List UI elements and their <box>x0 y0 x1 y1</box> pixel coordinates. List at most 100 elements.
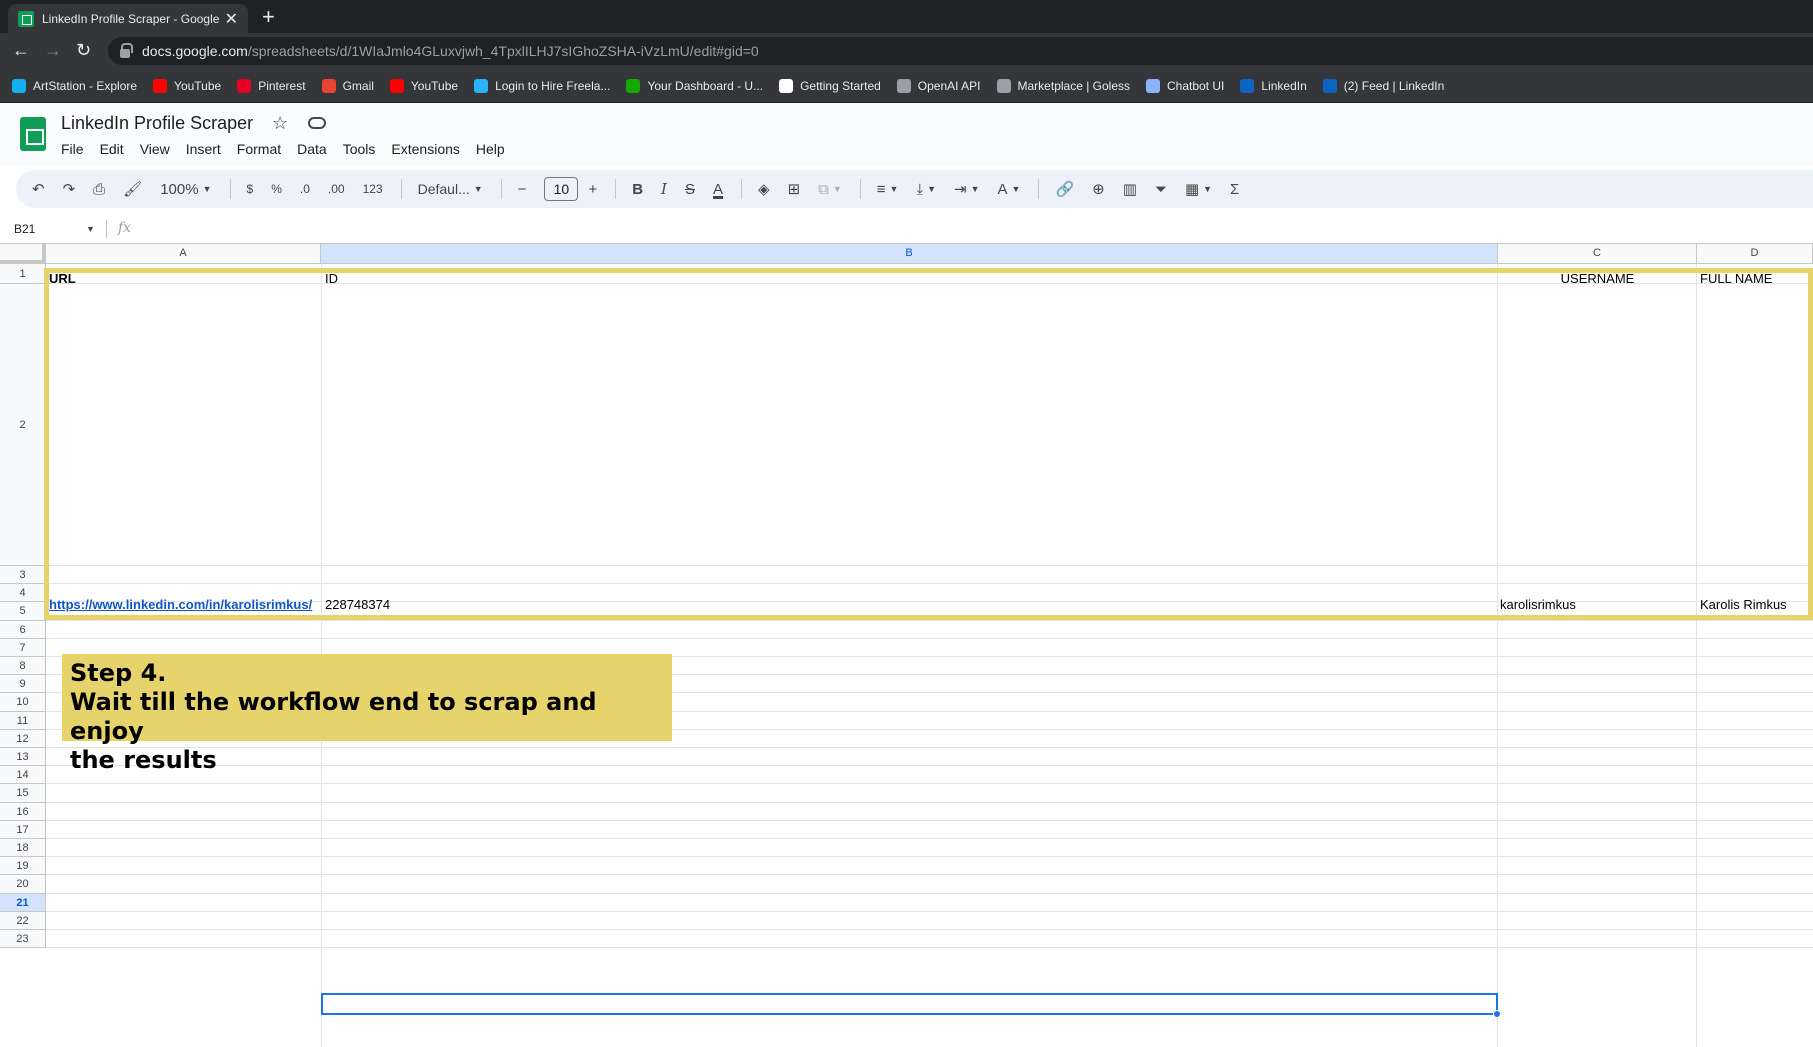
decrease-decimal-button[interactable]: .0 <box>300 182 310 196</box>
cloud-status-icon[interactable] <box>308 117 326 129</box>
close-tab-icon[interactable]: ✕ <box>225 9 238 29</box>
new-tab-icon[interactable]: + <box>262 4 275 30</box>
row-header-3[interactable]: 3 <box>0 566 46 585</box>
bookmark-item[interactable]: Gmail <box>321 78 374 93</box>
row-header-16[interactable]: 16 <box>0 802 46 821</box>
star-icon[interactable]: ☆ <box>272 113 288 134</box>
row-header-4[interactable]: 4 <box>0 584 46 603</box>
menu-extensions[interactable]: Extensions <box>391 141 459 157</box>
undo-icon[interactable]: ↶ <box>32 180 45 198</box>
font-size-input[interactable]: 10 <box>544 177 579 201</box>
paint-format-icon[interactable]: 🖌 <box>123 180 142 198</box>
row-header-1[interactable]: 1 <box>0 264 46 284</box>
browser-tab[interactable]: LinkedIn Profile Scraper - Google ✕ <box>8 4 248 33</box>
row-header-14[interactable]: 14 <box>0 766 46 785</box>
fill-color-icon[interactable]: ◈ <box>758 180 770 198</box>
url-input[interactable]: docs.google.com /spreadsheets/d/1WIaJmlo… <box>108 37 1813 65</box>
filter-icon[interactable]: ⏷ <box>1155 181 1167 198</box>
row-header-6[interactable]: 6 <box>0 620 46 639</box>
document-title[interactable]: LinkedIn Profile Scraper <box>61 113 253 134</box>
print-icon[interactable]: ⎙ <box>93 181 105 198</box>
row-header-18[interactable]: 18 <box>0 839 46 858</box>
bookmark-item[interactable]: YouTube <box>153 78 221 93</box>
insert-link-icon[interactable]: 🔗 <box>1055 180 1074 198</box>
back-icon[interactable]: ← <box>12 40 30 61</box>
chevron-down-icon[interactable]: ▼ <box>86 224 95 234</box>
redo-icon[interactable]: ↷ <box>63 180 76 198</box>
number-format-button[interactable]: 123 <box>363 182 383 196</box>
row-header-7[interactable]: 7 <box>0 638 46 657</box>
bookmark-item[interactable]: Login to Hire Freela... <box>474 78 610 93</box>
merge-cells-icon[interactable]: ⧉ ▼ <box>818 181 842 198</box>
text-rotation-icon[interactable]: A ▼ <box>998 181 1021 198</box>
row-header-2[interactable]: 2 <box>0 284 46 566</box>
bookmark-item[interactable]: LinkedIn <box>1240 78 1307 93</box>
row-divider <box>46 838 1813 839</box>
menu-help[interactable]: Help <box>476 141 505 157</box>
column-header-b[interactable]: B <box>321 244 1498 264</box>
selected-cell-b21[interactable] <box>321 993 1498 1015</box>
insert-chart-icon[interactable]: ▥ <box>1123 180 1137 198</box>
menu-insert[interactable]: Insert <box>186 141 221 157</box>
row-header-8[interactable]: 8 <box>0 657 46 676</box>
row-header-19[interactable]: 19 <box>0 857 46 876</box>
bookmark-item[interactable]: Pinterest <box>237 78 306 93</box>
row-header-11[interactable]: 11 <box>0 711 46 730</box>
menu-tools[interactable]: Tools <box>343 141 376 157</box>
strikethrough-icon[interactable]: S <box>685 181 695 198</box>
column-header-d[interactable]: D <box>1697 244 1813 264</box>
insert-comment-icon[interactable]: ⊕ <box>1092 180 1105 198</box>
bookmark-item[interactable]: ArtStation - Explore <box>12 78 137 93</box>
functions-button[interactable]: Σ <box>1230 181 1239 198</box>
reload-icon[interactable]: ↻ <box>76 40 91 61</box>
bookmark-item[interactable]: (2) Feed | LinkedIn <box>1322 78 1444 93</box>
borders-icon[interactable]: ⊞ <box>788 180 801 198</box>
menu-edit[interactable]: Edit <box>100 141 124 157</box>
column-header-c[interactable]: C <box>1498 244 1697 264</box>
horizontal-align-icon[interactable]: ≡ ▼ <box>877 181 899 198</box>
menu-file[interactable]: File <box>61 141 84 157</box>
row-header-15[interactable]: 15 <box>0 784 46 803</box>
forward-icon[interactable]: → <box>44 40 62 61</box>
row-header-12[interactable]: 12 <box>0 729 46 748</box>
font-select[interactable]: Defaul... ▼ <box>418 181 483 197</box>
bold-button[interactable]: B <box>632 181 643 198</box>
row-header-17[interactable]: 17 <box>0 820 46 839</box>
bookmark-item[interactable]: Getting Started <box>779 78 881 93</box>
italic-button[interactable]: I <box>661 180 667 198</box>
bookmark-item[interactable]: Marketplace | Goless <box>996 78 1130 93</box>
row-header-20[interactable]: 20 <box>0 875 46 894</box>
vertical-align-icon[interactable]: ⤓ ▼ <box>916 181 936 198</box>
bookmark-item[interactable]: YouTube <box>389 78 458 93</box>
row-header-10[interactable]: 10 <box>0 693 46 712</box>
menu-view[interactable]: View <box>140 141 170 157</box>
select-all-corner[interactable] <box>0 244 46 264</box>
row-header-5[interactable]: 5 <box>0 602 46 621</box>
name-box[interactable]: B21 <box>14 222 35 236</box>
bookmark-item[interactable]: Your Dashboard - U... <box>626 78 763 93</box>
font-size-decrease-icon[interactable]: − <box>518 181 527 198</box>
annotation-line-3: the results <box>70 746 217 774</box>
bookmark-item[interactable]: Chatbot UI <box>1146 78 1224 93</box>
row-header-21[interactable]: 21 <box>0 893 46 912</box>
text-wrapping-icon[interactable]: ⇥ ▼ <box>954 180 980 198</box>
bookmark-item[interactable]: OpenAI API <box>896 78 981 93</box>
sheets-logo-icon[interactable] <box>20 117 46 151</box>
font-size-increase-icon[interactable]: + <box>588 181 597 198</box>
row-header-13[interactable]: 13 <box>0 748 46 767</box>
currency-format-button[interactable]: $ <box>247 182 254 196</box>
increase-decimal-button[interactable]: .00 <box>328 182 345 196</box>
row-header-23[interactable]: 23 <box>0 930 46 949</box>
annotation-line-2: Wait till the workflow end to scrap and … <box>70 688 597 745</box>
percent-format-button[interactable]: % <box>271 182 282 196</box>
row-header-9[interactable]: 9 <box>0 675 46 694</box>
zoom-select[interactable]: 100% ▼ <box>160 181 211 198</box>
column-header-a[interactable]: A <box>46 244 321 264</box>
sheet-grid[interactable]: A B C D 1 2 3 4 5 6 7 8 9 10 11 12 13 14 15 16 17 18 19 20 2… <box>0 244 1813 1047</box>
menu-format[interactable]: Format <box>237 141 281 157</box>
text-color-icon[interactable]: A <box>713 181 723 198</box>
row-header-22[interactable]: 22 <box>0 911 46 930</box>
menu-data[interactable]: Data <box>297 141 327 157</box>
filter-views-icon[interactable]: ▦ ▼ <box>1185 180 1212 198</box>
fill-handle[interactable] <box>1493 1010 1501 1018</box>
